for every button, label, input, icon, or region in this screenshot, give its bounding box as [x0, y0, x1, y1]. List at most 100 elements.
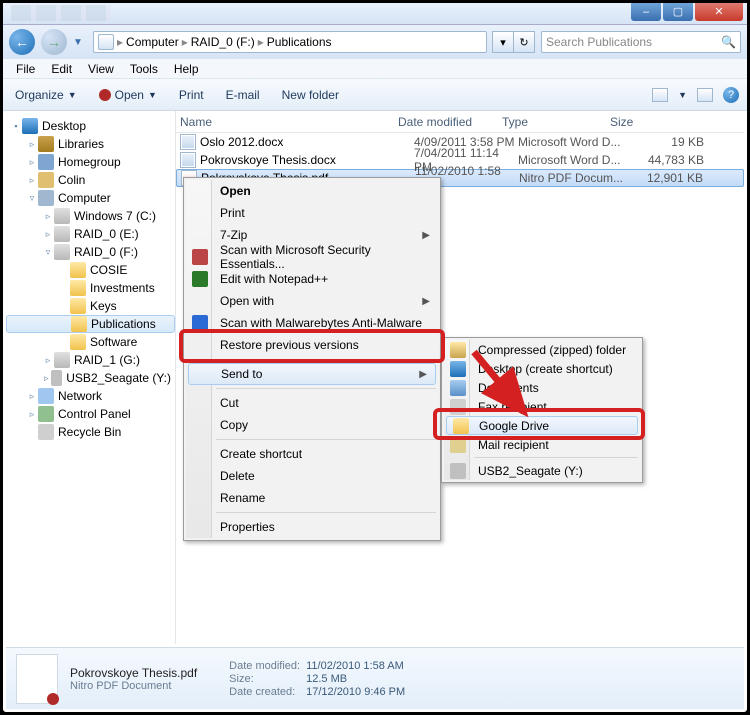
crumb-folder[interactable]: Publications	[267, 35, 332, 49]
ctx-copy[interactable]: Copy	[186, 414, 438, 436]
ctx-openwith[interactable]: Open with▶	[186, 290, 438, 312]
menu-help[interactable]: Help	[167, 61, 206, 77]
menu-edit[interactable]: Edit	[44, 61, 79, 77]
tree-twisty[interactable]: ▹	[26, 175, 38, 186]
ctx-delete[interactable]: Delete	[186, 465, 438, 487]
chevron-down-icon: ▼	[148, 90, 157, 100]
tree-item-investments[interactable]: Investments	[6, 279, 175, 297]
breadcrumb[interactable]: ▸ Computer ▸ RAID_0 (F:) ▸ Publications	[93, 31, 487, 53]
open-icon	[99, 89, 111, 101]
ctx-properties[interactable]: Properties	[186, 516, 438, 538]
tree-label: Windows 7 (C:)	[74, 209, 156, 223]
minimize-button[interactable]: –	[631, 3, 661, 21]
file-name: Oslo 2012.docx	[200, 135, 414, 149]
menu-file[interactable]: File	[9, 61, 42, 77]
ctx-open[interactable]: Open	[186, 180, 438, 202]
tree-item-recycle-bin[interactable]: Recycle Bin	[6, 423, 175, 441]
tree-twisty[interactable]: ▹	[26, 391, 38, 402]
tree-item-network[interactable]: ▹ Network	[6, 387, 175, 405]
search-input[interactable]: Search Publications 🔍	[541, 31, 741, 53]
tree-twisty[interactable]: ▹	[42, 211, 54, 222]
organize-button[interactable]: Organize ▼	[11, 86, 81, 104]
tree-item-cosie[interactable]: COSIE	[6, 261, 175, 279]
details-modified-label: Date modified:	[229, 660, 300, 672]
tree-item-raid-0-e-[interactable]: ▹RAID_0 (E:)	[6, 225, 175, 243]
forward-button[interactable]: →	[41, 29, 67, 55]
ctx-sendto[interactable]: Send to▶	[188, 363, 436, 385]
tree-item-desktop[interactable]: ▪Desktop	[6, 117, 175, 135]
history-dropdown[interactable]: ▼	[73, 37, 87, 48]
tree-item-publications[interactable]: Publications	[6, 315, 175, 333]
tree-item-windows-7-c-[interactable]: ▹ Windows 7 (C:)	[6, 207, 175, 225]
tree-item-keys[interactable]: Keys	[6, 297, 175, 315]
sendto-google-drive[interactable]: Google Drive	[446, 416, 638, 435]
toolbar: Organize ▼ Open ▼ Print E-mail New folde…	[3, 79, 747, 111]
crumb-computer[interactable]: Computer	[126, 35, 179, 49]
tree-icon	[38, 190, 54, 206]
tree-item-usb2-seagate-y-[interactable]: ▹USB2_Seagate (Y:)	[6, 369, 175, 387]
tree-icon	[38, 172, 54, 188]
search-icon: 🔍	[721, 35, 736, 49]
col-name[interactable]: Name	[180, 115, 398, 129]
col-size[interactable]: Size	[610, 115, 744, 129]
newfolder-button[interactable]: New folder	[278, 86, 343, 104]
tree-twisty[interactable]: ▹	[42, 355, 54, 366]
menu-view[interactable]: View	[81, 61, 121, 77]
view-options-button[interactable]	[652, 88, 668, 102]
tree-icon	[54, 352, 70, 368]
tree-twisty[interactable]: ▹	[26, 157, 38, 168]
print-button[interactable]: Print	[175, 86, 208, 104]
tree-item-software[interactable]: Software	[6, 333, 175, 351]
col-date[interactable]: Date modified	[398, 115, 502, 129]
tree-twisty[interactable]: ▿	[26, 193, 38, 204]
tree-item-control-panel[interactable]: ▹Control Panel	[6, 405, 175, 423]
ctx-cut[interactable]: Cut	[186, 392, 438, 414]
preview-pane-button[interactable]	[697, 88, 713, 102]
ctx-print[interactable]: Print	[186, 202, 438, 224]
maximize-button[interactable]: ▢	[663, 3, 693, 21]
tree-item-colin[interactable]: ▹Colin	[6, 171, 175, 189]
ctx-restore[interactable]: Restore previous versions	[186, 334, 438, 356]
tree-twisty[interactable]: ▹	[42, 373, 51, 384]
tree-item-raid-1-g-[interactable]: ▹RAID_1 (G:)	[6, 351, 175, 369]
chevron-right-icon: ▸	[258, 35, 264, 49]
open-button[interactable]: Open ▼	[95, 86, 161, 104]
tree-twisty[interactable]: ▿	[42, 247, 54, 258]
address-dropdown[interactable]: ▾	[492, 31, 514, 53]
ctx-scan-mb[interactable]: Scan with Malwarebytes Anti-Malware	[186, 312, 438, 334]
ctx-rename[interactable]: Rename	[186, 487, 438, 509]
tree-icon	[70, 262, 86, 278]
tree-item-homegroup[interactable]: ▹Homegroup	[6, 153, 175, 171]
tree-twisty[interactable]: ▹	[26, 409, 38, 420]
close-button[interactable]: ✕	[695, 3, 743, 21]
tree-icon	[70, 334, 86, 350]
tree-twisty[interactable]: ▹	[26, 139, 38, 150]
sendto-mail[interactable]: Mail recipient	[444, 435, 640, 454]
titlebar: – ▢ ✕	[3, 3, 747, 25]
refresh-button[interactable]: ↻	[513, 31, 535, 53]
sendto-usb[interactable]: USB2_Seagate (Y:)	[444, 461, 640, 480]
tree-item-computer[interactable]: ▿Computer	[6, 189, 175, 207]
ctx-shortcut[interactable]: Create shortcut	[186, 443, 438, 465]
tree-icon	[22, 118, 38, 134]
sendto-documents[interactable]: Documents	[444, 378, 640, 397]
tree-twisty[interactable]: ▹	[42, 229, 54, 240]
tree-label: Network	[58, 389, 102, 403]
sendto-desktop[interactable]: Desktop (create shortcut)	[444, 359, 640, 378]
tree-icon	[54, 244, 70, 260]
ctx-scan-mse[interactable]: Scan with Microsoft Security Essentials.…	[186, 246, 438, 268]
col-type[interactable]: Type	[502, 115, 610, 129]
tree-item-libraries[interactable]: ▹Libraries	[6, 135, 175, 153]
back-button[interactable]: ←	[9, 29, 35, 55]
tree-twisty[interactable]: ▪	[10, 121, 22, 131]
sendto-fax[interactable]: Fax recipient	[444, 397, 640, 416]
email-button[interactable]: E-mail	[222, 86, 264, 104]
sendto-zip[interactable]: Compressed (zipped) folder	[444, 340, 640, 359]
ctx-npp[interactable]: Edit with Notepad++	[186, 268, 438, 290]
file-icon	[180, 152, 196, 168]
tree-item-raid-0-f-[interactable]: ▿RAID_0 (F:)	[6, 243, 175, 261]
menu-tools[interactable]: Tools	[123, 61, 165, 77]
crumb-drive[interactable]: RAID_0 (F:)	[191, 35, 255, 49]
column-headers[interactable]: Name Date modified Type Size	[176, 111, 744, 133]
help-button[interactable]: ?	[723, 87, 739, 103]
